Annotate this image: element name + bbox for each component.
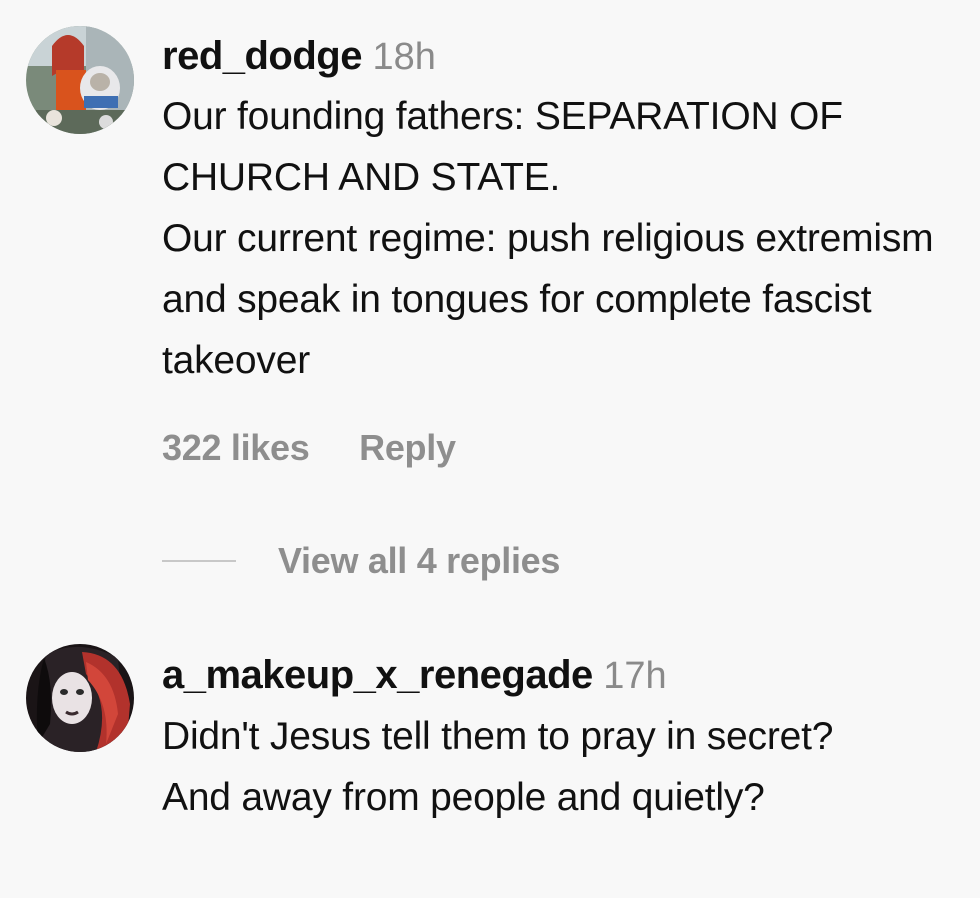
timestamp: 17h <box>603 655 667 697</box>
reply-button[interactable]: Reply <box>359 427 456 468</box>
view-replies-label: View all 4 replies <box>278 540 561 581</box>
comment-line: Our founding fathers: SEPARATION OF CHUR… <box>162 95 843 199</box>
avatar[interactable] <box>26 644 134 752</box>
comment-text: Our founding fathers: SEPARATION OF CHUR… <box>162 86 972 391</box>
comment-line: Our current regime: push religious extre… <box>162 217 934 382</box>
likes-count[interactable]: 322 likes <box>162 427 310 468</box>
timestamp: 18h <box>372 36 436 78</box>
view-replies-button[interactable]: View all 4 replies <box>162 540 560 582</box>
username[interactable]: red_dodge <box>162 34 362 78</box>
comment-actions: 322 likes Reply <box>162 427 456 469</box>
comment-header: red_dodge 18h <box>162 36 436 76</box>
avatar[interactable] <box>26 26 134 134</box>
username[interactable]: a_makeup_x_renegade <box>162 653 593 697</box>
comment-text: Didn't Jesus tell them to pray in secret… <box>162 706 902 828</box>
comment-header: a_makeup_x_renegade 17h <box>162 655 667 695</box>
comment-line: Didn't Jesus tell them to pray in secret… <box>162 715 834 819</box>
divider-line <box>162 560 236 562</box>
